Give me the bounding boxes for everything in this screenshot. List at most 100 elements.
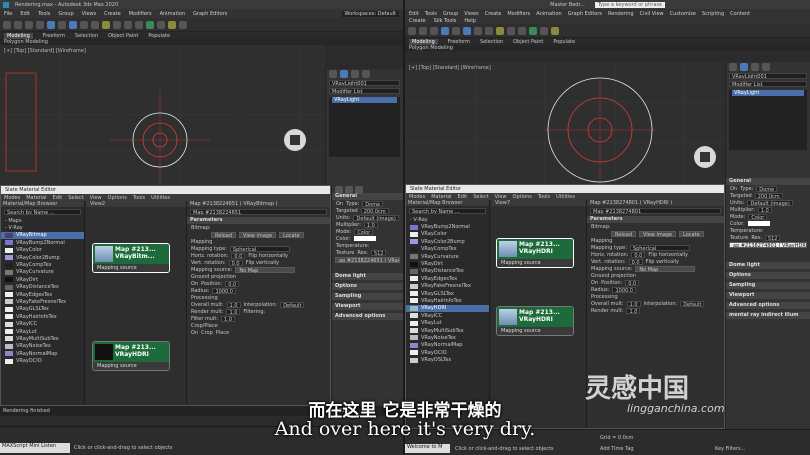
scale-icon[interactable]: [485, 26, 493, 35]
sme-menu-view[interactable]: View: [495, 194, 507, 200]
sme-menu-tools[interactable]: Tools: [538, 194, 550, 200]
angle-snap-icon[interactable]: [113, 20, 121, 29]
tab-freeform[interactable]: Freeform: [43, 33, 65, 39]
top-viewport[interactable]: [+] [Top] [Standard] [Wireframe]: [405, 62, 725, 184]
mode-dropdown[interactable]: Color: [748, 213, 768, 221]
keyword-search[interactable]: Type a keyword or phrase: [594, 1, 665, 8]
list-item[interactable]: VRayEdgesTex: [1, 291, 84, 298]
crop-radio[interactable]: Crop: [201, 330, 213, 336]
view-image-button[interactable]: View image: [239, 231, 277, 239]
material-editor-icon[interactable]: [146, 20, 154, 29]
render-mult-spinner[interactable]: 1.0: [626, 307, 641, 315]
sme-menu-edit[interactable]: Edit: [458, 194, 468, 200]
list-item[interactable]: VRayEdgesTex: [406, 275, 489, 282]
list-item[interactable]: VRayICC: [406, 312, 489, 319]
move-icon[interactable]: [463, 26, 471, 35]
radius-spinner[interactable]: 1000.0: [612, 286, 636, 294]
list-item[interactable]: VRayNoiseTex: [406, 334, 489, 341]
menu-edit[interactable]: Edit: [20, 11, 30, 17]
list-item[interactable]: VRayHairInfoTex: [1, 313, 84, 320]
list-item[interactable]: VRayNormalMap: [406, 342, 489, 349]
section-dome-light[interactable]: Dome light: [726, 262, 810, 269]
list-item[interactable]: VRayCompTex: [1, 261, 84, 268]
node-view[interactable]: View2 Map #213... VRayBitm... Mapping sou…: [86, 201, 186, 405]
map-node-vrayhdri[interactable]: Map #213... VRayHDRI Mapping source: [92, 341, 170, 371]
tab-modeling[interactable]: Modeling: [409, 38, 438, 45]
node-socket[interactable]: Mapping source: [93, 264, 169, 272]
menu-views[interactable]: Views: [82, 11, 96, 17]
list-item[interactable]: VRayOCIO: [1, 357, 84, 364]
menu-tools[interactable]: Tools: [425, 11, 437, 17]
filter-mult-spinner[interactable]: 1.0: [221, 315, 235, 323]
view-tab[interactable]: View7: [491, 200, 586, 206]
list-item[interactable]: VRayColor2Bump: [1, 254, 84, 261]
menu-content[interactable]: Content: [730, 11, 750, 17]
crop-on-checkbox[interactable]: On: [191, 330, 198, 336]
flip-v-checkbox[interactable]: Flip vertically: [246, 260, 279, 266]
group-maps[interactable]: - Maps: [1, 217, 84, 224]
menu-scripting[interactable]: Scripting: [702, 11, 724, 17]
texture-checkbox[interactable]: Texture: [336, 250, 354, 256]
menu-graph-editors[interactable]: Graph Editors: [568, 11, 602, 17]
ground-on-checkbox[interactable]: On: [591, 280, 598, 286]
node-socket[interactable]: Mapping source: [497, 259, 573, 267]
workspace-selector[interactable]: Workspaces: Default: [341, 10, 399, 17]
snap-icon[interactable]: [102, 20, 110, 29]
mapping-type-dropdown[interactable]: Spherical: [229, 245, 290, 253]
interpolation-dropdown[interactable]: Default: [680, 300, 705, 308]
texture-checkbox[interactable]: Texture: [730, 235, 748, 241]
menu-civil-view[interactable]: Civil View: [640, 11, 664, 17]
map-node-vrayhdri-1[interactable]: Map #213... VRayHDRI Mapping source: [496, 238, 574, 268]
list-item[interactable]: VRayLut: [1, 328, 84, 335]
motion-tab-icon[interactable]: [762, 63, 770, 71]
maxscript-listener[interactable]: MAXScript Mini Listen: [0, 443, 70, 453]
locate-button[interactable]: Locate: [679, 230, 704, 238]
select-icon[interactable]: [47, 20, 55, 29]
list-item[interactable]: VRayNoiseTex: [1, 343, 84, 350]
list-item[interactable]: VRayCurvature: [1, 269, 84, 276]
section-general[interactable]: General: [332, 193, 403, 200]
list-item[interactable]: VRayMultiSubTex: [406, 327, 489, 334]
multiplier-spinner[interactable]: 1.0: [363, 221, 378, 229]
radius-spinner[interactable]: 1000.0: [212, 287, 236, 295]
tab-object-paint[interactable]: Object Paint: [108, 33, 138, 39]
motion-tab-icon[interactable]: [362, 70, 370, 78]
render-frame-icon[interactable]: [179, 20, 187, 29]
create-tab-icon[interactable]: [729, 63, 737, 71]
menu-tools[interactable]: Tools: [38, 11, 50, 17]
list-item[interactable]: VRayOSLTex: [406, 356, 489, 363]
overall-mult-spinner[interactable]: 1.0: [226, 301, 241, 309]
modify-tab-icon[interactable]: [340, 70, 348, 78]
sme-menu-material[interactable]: Material: [431, 194, 451, 200]
undo-icon[interactable]: [408, 26, 416, 35]
list-item[interactable]: VRayLut: [406, 319, 489, 326]
hierarchy-tab-icon[interactable]: [751, 63, 759, 71]
create-tab-icon[interactable]: [329, 70, 337, 78]
list-item[interactable]: VRayDirt: [406, 260, 489, 267]
position-spinner[interactable]: 0.0: [225, 280, 240, 288]
mapping-source-button[interactable]: No Map: [235, 266, 296, 274]
menu-create[interactable]: Create: [104, 11, 121, 17]
menu-animation[interactable]: Animation: [536, 11, 562, 17]
list-item[interactable]: VRayHDRI: [406, 304, 489, 313]
sme-menu-utilities[interactable]: Utilities: [556, 194, 575, 200]
reload-button[interactable]: Reload: [611, 230, 637, 238]
tab-freeform[interactable]: Freeform: [448, 39, 470, 45]
menu-create[interactable]: Create: [485, 11, 502, 17]
ribbon-subtab[interactable]: Polygon Modeling: [405, 45, 810, 51]
target-length-spinner[interactable]: 200.0cm: [754, 192, 783, 200]
flip-h-checkbox[interactable]: Flip horizontally: [648, 252, 688, 258]
browser-search[interactable]: Search by Name ...: [4, 209, 81, 215]
map-node-vraybitmap[interactable]: Map #213... VRayBitm... Mapping source: [92, 243, 170, 273]
move-icon[interactable]: [69, 20, 77, 29]
menu-edit[interactable]: Edit: [409, 11, 419, 17]
targeted-checkbox[interactable]: Targeted: [730, 193, 752, 199]
list-item[interactable]: VRayICC: [1, 320, 84, 327]
sme-menu-options[interactable]: Options: [108, 195, 127, 201]
resolution-spinner[interactable]: 512: [370, 249, 387, 257]
menu-help[interactable]: Help: [464, 18, 475, 24]
color-swatch[interactable]: [747, 221, 770, 226]
list-item[interactable]: VRayCurvature: [406, 253, 489, 260]
menu-modifiers[interactable]: Modifiers: [507, 11, 530, 17]
object-name-field[interactable]: VRayLight001: [329, 80, 400, 86]
